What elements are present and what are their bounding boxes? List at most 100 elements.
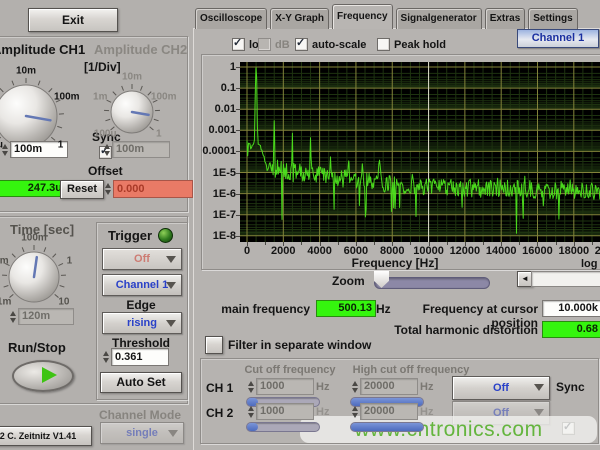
threshold-spinner-arrows[interactable]	[101, 349, 111, 365]
x-tick	[537, 242, 538, 246]
zoom-slider[interactable]	[374, 277, 490, 289]
peak-hold-checkbox[interactable]	[377, 38, 390, 51]
high-cutoff-slider-ch-2[interactable]	[350, 422, 424, 432]
filter-mode-ch1-value: Off	[493, 382, 509, 394]
channel-mode-dropdown[interactable]: single	[100, 422, 184, 444]
exit-button[interactable]: Exit	[28, 8, 118, 32]
x-tick	[320, 242, 321, 246]
filter-separate-window-label: Filter in separate window	[228, 338, 371, 352]
low-cutoff-slider-ch-2[interactable]	[246, 422, 320, 432]
y-tick-label: 1E-8	[198, 230, 236, 242]
tab-x-y-graph[interactable]: X-Y Graph	[270, 8, 329, 29]
x-tick	[247, 242, 248, 246]
channel-select-button[interactable]: Channel 1	[517, 29, 599, 48]
offset-label: Offset	[88, 164, 123, 178]
x-tick	[574, 242, 575, 246]
trigger-edge-dropdown[interactable]: rising	[102, 312, 182, 334]
trigger-source-dropdown[interactable]: Channel 1	[102, 274, 182, 296]
run-stop-button[interactable]	[12, 360, 74, 392]
plot-scrollbar[interactable]	[531, 271, 600, 287]
offset-reset-button[interactable]: Reset	[60, 180, 104, 199]
y-tick-label: 1	[198, 61, 236, 73]
spectrum-plot[interactable]	[240, 62, 600, 242]
tab-frequency[interactable]: Frequency	[332, 4, 393, 29]
filter-channel-label-ch-2: CH 2	[206, 406, 233, 420]
knob-scale-label: 100m	[21, 233, 47, 244]
x-tick	[301, 242, 302, 245]
x-tick	[592, 242, 593, 245]
x-tick	[465, 242, 466, 246]
trigger-edge-value: rising	[127, 317, 157, 329]
filter-sync-label: Sync	[556, 380, 585, 394]
x-tick	[556, 242, 557, 245]
thd-value: 0.68	[542, 321, 600, 338]
high-cutoff-header: High cut off frequency	[346, 364, 476, 376]
x-tick	[392, 242, 393, 246]
x-tick	[410, 242, 411, 245]
y-tick-label: 1E-7	[198, 209, 236, 221]
knob-scale-label: 1	[156, 129, 162, 140]
low-cutoff-slider-fill-ch-2	[247, 423, 258, 431]
time-value[interactable]: 120m	[18, 308, 74, 325]
time-spinner-arrows[interactable]	[8, 309, 18, 325]
low-cutoff-spinner-arrows-ch-1[interactable]	[246, 379, 256, 395]
display-option-db[interactable]: dB	[258, 38, 290, 51]
high-cutoff-spinner-arrows-ch-2[interactable]	[350, 404, 360, 420]
x-tick-label: 20000	[588, 245, 600, 257]
y-tick	[236, 109, 240, 110]
display-option-auto-scale[interactable]: auto-scale	[295, 38, 366, 51]
x-tick	[338, 242, 339, 245]
low-cutoff-value-ch-2[interactable]: 1000	[256, 403, 314, 420]
threshold-value[interactable]: 0.361	[111, 348, 169, 366]
trigger-mode-dropdown[interactable]: Off	[102, 248, 182, 270]
filter-mode-ch1-dropdown[interactable]: Off	[452, 376, 550, 400]
y-tick	[236, 130, 240, 131]
x-tick	[519, 242, 520, 245]
log-checkbox[interactable]	[232, 38, 245, 51]
x-tick	[429, 242, 430, 246]
low-cutoff-value-ch-1[interactable]: 1000	[256, 378, 314, 395]
x-tick	[483, 242, 484, 245]
low-cutoff-unit-ch-1: Hz	[316, 381, 329, 393]
knob-scale-label: 10m	[16, 66, 36, 77]
knob-scale-label: 1m	[93, 92, 107, 103]
high-cutoff-value-ch-1[interactable]: 20000	[360, 378, 418, 395]
y-tick-label: 1E-6	[198, 188, 236, 200]
knob-scale-label: 100u	[94, 129, 117, 140]
high-cutoff-spinner-arrows-ch-1[interactable]	[350, 379, 360, 395]
app-window: Exit Amplitude CH1 Amplitude CH2 [1/Div]…	[0, 0, 600, 450]
knob-scale-label: 1	[67, 255, 73, 266]
filter-separate-window-checkbox[interactable]	[205, 336, 223, 354]
y-tick	[236, 151, 240, 152]
edge-label: Edge	[96, 298, 186, 312]
version-button[interactable]: 012 C. Zeitnitz V1.41	[0, 426, 92, 446]
offset-ch2-value[interactable]: 0.000	[113, 180, 193, 198]
db-checkbox[interactable]	[258, 38, 271, 51]
trigger-title: Trigger	[108, 228, 152, 243]
tab-extras[interactable]: Extras	[485, 8, 526, 29]
x-log-label: log	[581, 258, 598, 270]
tab-signalgenerator[interactable]: Signalgenerator	[396, 8, 482, 29]
low-cutoff-unit-ch-2: Hz	[316, 406, 329, 418]
amplitude-ch2-value[interactable]: 100m	[112, 141, 170, 158]
tab-bar: OscilloscopeX-Y GraphFrequencySignalgene…	[195, 4, 578, 29]
x-tick	[501, 242, 502, 246]
display-option-peak-hold[interactable]: Peak hold	[377, 38, 446, 51]
auto-set-button[interactable]: Auto Set	[100, 372, 182, 393]
y-tick	[236, 173, 240, 174]
high-cutoff-value-ch-2[interactable]: 20000	[360, 403, 418, 420]
y-tick	[236, 215, 240, 216]
y-tick-label: 0.1	[198, 82, 236, 94]
channel-mode-value: single	[126, 427, 158, 439]
y-tick	[236, 194, 240, 195]
low-cutoff-spinner-arrows-ch-2[interactable]	[246, 404, 256, 420]
auto-scale-checkbox[interactable]	[295, 38, 308, 51]
tab-oscilloscope[interactable]: Oscilloscope	[195, 8, 267, 29]
offset-ch2-spinner-arrows[interactable]	[103, 181, 113, 197]
peak-hold-label: Peak hold	[394, 39, 446, 51]
x-tick	[374, 242, 375, 245]
amplitude-ch2-spinner-arrows[interactable]	[102, 142, 112, 158]
amplitude-ch2-title: Amplitude CH2	[94, 42, 187, 57]
tab-settings[interactable]: Settings	[528, 8, 577, 29]
channel-mode-label: Channel Mode	[94, 408, 186, 422]
